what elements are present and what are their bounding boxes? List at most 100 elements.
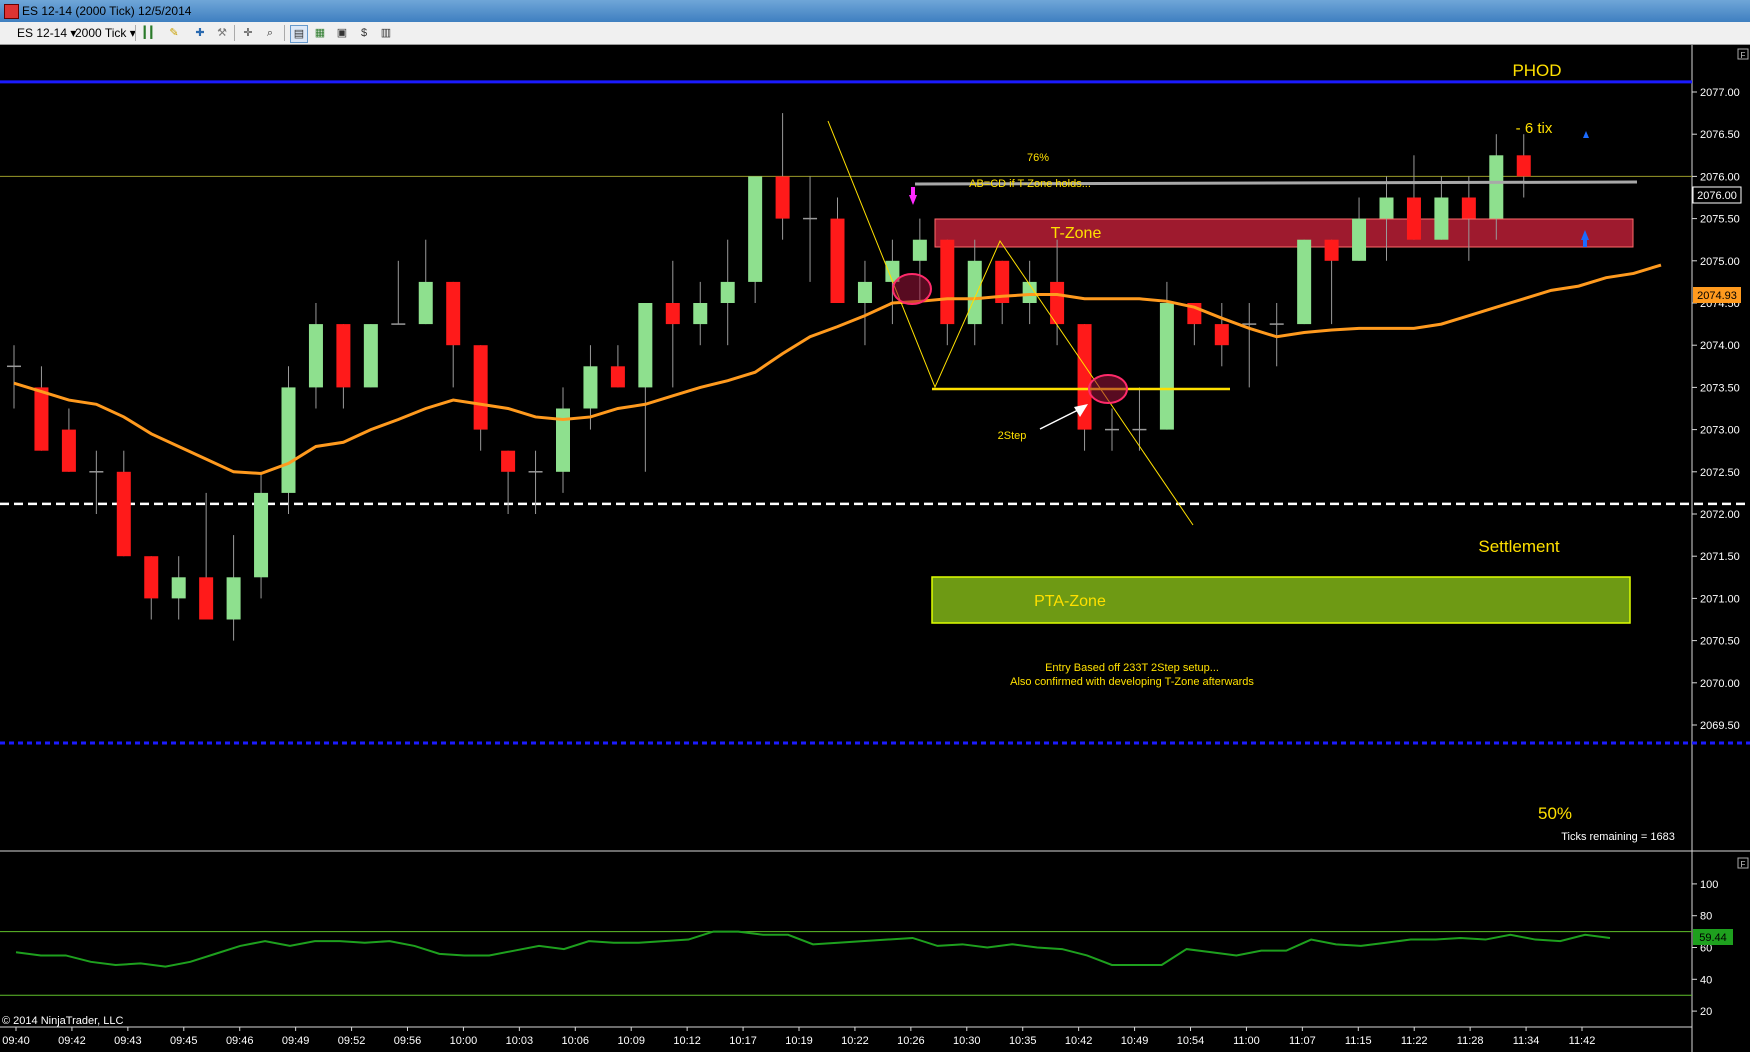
pencil-draw-icon[interactable]: ✎	[166, 25, 182, 41]
candle-up	[281, 387, 296, 493]
candle-up	[1159, 303, 1174, 430]
properties-icon[interactable]: ▥	[378, 25, 394, 41]
toolbar-separator	[135, 25, 136, 41]
instrument-selector[interactable]: ES 12-14 ▾	[14, 24, 79, 42]
time-tick-label: 10:19	[785, 1035, 813, 1047]
t-zone-rect[interactable]	[934, 218, 1634, 248]
copyright-label: © 2014 NinjaTrader, LLC	[2, 1015, 123, 1027]
time-tick-label: 10:17	[729, 1035, 757, 1047]
candle-down	[501, 450, 516, 472]
abcd-label: AB=CD if T-Zone holds...	[969, 178, 1091, 190]
candle-down	[940, 239, 955, 325]
two-step-label: 2Step	[998, 430, 1027, 442]
settlement-label: Settlement	[1478, 537, 1560, 556]
price-tick-label: 2074.00	[1700, 340, 1740, 352]
entry-circle-marker[interactable]	[892, 273, 932, 305]
dollar-icon[interactable]: $	[356, 25, 372, 41]
ema-price-value: 2074.93	[1697, 290, 1737, 302]
time-tick-label: 10:35	[1009, 1035, 1037, 1047]
candle-down	[61, 429, 76, 472]
candle-up	[254, 492, 269, 578]
window-titlebar: ES 12-14 (2000 Tick) 12/5/2014	[0, 0, 1750, 22]
price-tick-label: 2071.00	[1700, 593, 1740, 605]
candle-up	[720, 281, 735, 303]
bar-type-icon[interactable]: ┃┃	[140, 25, 156, 41]
time-tick-label: 11:22	[1401, 1035, 1428, 1047]
panel-f-icon: F	[1741, 51, 1746, 60]
screenshot-icon[interactable]: ▣	[334, 25, 350, 41]
time-tick-label: 09:46	[226, 1035, 254, 1047]
candle-down	[144, 556, 159, 599]
time-tick-label: 09:43	[114, 1035, 142, 1047]
indicator-value: 59.44	[1699, 932, 1727, 944]
price-tick-label: 2072.50	[1700, 467, 1740, 479]
time-tick-label: 10:26	[897, 1035, 925, 1047]
two-step-circle-marker[interactable]	[1088, 374, 1128, 404]
candle-up	[638, 303, 653, 388]
candle-down	[473, 345, 488, 430]
candle-up	[1434, 197, 1449, 240]
candle-up	[583, 366, 598, 409]
fifty-pct-label: 50%	[1538, 804, 1572, 823]
candle-down	[1406, 197, 1421, 240]
candle-up	[171, 577, 186, 599]
price-tick-label: 2071.50	[1700, 551, 1740, 563]
chart-toolbar: ES 12-14 ▾ 2000 Tick ▾ ┃┃ ✎ ✚ ⚒ ✛ ⌕ ▤ ▦ …	[0, 22, 1750, 45]
six-tix-label: - 6 tix	[1516, 120, 1553, 137]
pin-icon[interactable]: ✚	[192, 25, 208, 41]
candle-down	[336, 324, 351, 388]
current-price-value: 2076.00	[1697, 190, 1737, 202]
candle-down	[1324, 239, 1339, 261]
chart-trader-icon[interactable]: ▦	[312, 25, 328, 41]
crosshair-icon[interactable]: ✛	[240, 25, 256, 41]
price-tick-label: 2073.50	[1700, 382, 1740, 394]
zoom-icon[interactable]: ⌕	[262, 25, 278, 41]
time-tick-label: 11:00	[1233, 1035, 1260, 1047]
candle-down	[446, 281, 461, 346]
candle-up	[693, 303, 708, 325]
time-tick-label: 09:49	[282, 1035, 310, 1047]
candle-down	[1461, 197, 1476, 219]
price-tick-label: 2075.50	[1700, 214, 1740, 226]
price-tick-label: 2070.00	[1700, 678, 1740, 690]
time-tick-label: 11:42	[1569, 1035, 1596, 1047]
time-tick-label: 10:49	[1121, 1035, 1149, 1047]
price-tick-label: 2070.50	[1700, 636, 1740, 648]
candle-down	[34, 387, 49, 451]
time-tick-label: 10:03	[506, 1035, 534, 1047]
instrument-label: ES 12-14	[17, 26, 68, 40]
price-tick-label: 2076.50	[1700, 129, 1740, 141]
time-tick-label: 10:12	[673, 1035, 701, 1047]
price-tick-label: 2072.00	[1700, 509, 1740, 521]
ticks-remaining-label: Ticks remaining = 1683	[1561, 831, 1675, 843]
price-tick-label: 2075.00	[1700, 256, 1740, 268]
toolbar-separator	[234, 25, 235, 41]
phod-label: PHOD	[1512, 61, 1561, 80]
time-tick-label: 09:45	[170, 1035, 198, 1047]
price-tick-label: 2077.00	[1700, 87, 1740, 99]
candle-down	[830, 218, 845, 303]
candle-down	[1516, 155, 1531, 177]
candle-up	[418, 281, 433, 325]
toolbar-separator	[284, 25, 285, 41]
sell-arrow-stem	[911, 187, 915, 196]
time-tick-label: 10:00	[450, 1035, 478, 1047]
data-box-icon[interactable]: ▤	[290, 25, 308, 43]
time-tick-label: 10:42	[1065, 1035, 1093, 1047]
price-chart[interactable]: PHOD - 6 tix 76% AB=CD if T-Zone holds..…	[0, 45, 1750, 1052]
wrench-icon[interactable]: ⚒	[214, 25, 230, 41]
candle-up	[857, 281, 872, 303]
candle-up	[308, 324, 323, 388]
candle-up	[363, 324, 378, 388]
candle-down	[665, 303, 680, 325]
price-tick-label: 2076.00	[1700, 171, 1740, 183]
price-tick-label: 2073.00	[1700, 425, 1740, 437]
time-tick-label: 10:54	[1177, 1035, 1205, 1047]
time-tick-label: 11:07	[1289, 1035, 1316, 1047]
candle-down	[610, 366, 625, 388]
time-tick-label: 10:09	[617, 1035, 645, 1047]
interval-label: 2000 Tick	[75, 26, 127, 40]
entry-note-line2: Also confirmed with developing T-Zone af…	[1010, 676, 1254, 688]
interval-selector[interactable]: 2000 Tick ▾	[72, 24, 139, 42]
76pct-label: 76%	[1027, 152, 1049, 164]
